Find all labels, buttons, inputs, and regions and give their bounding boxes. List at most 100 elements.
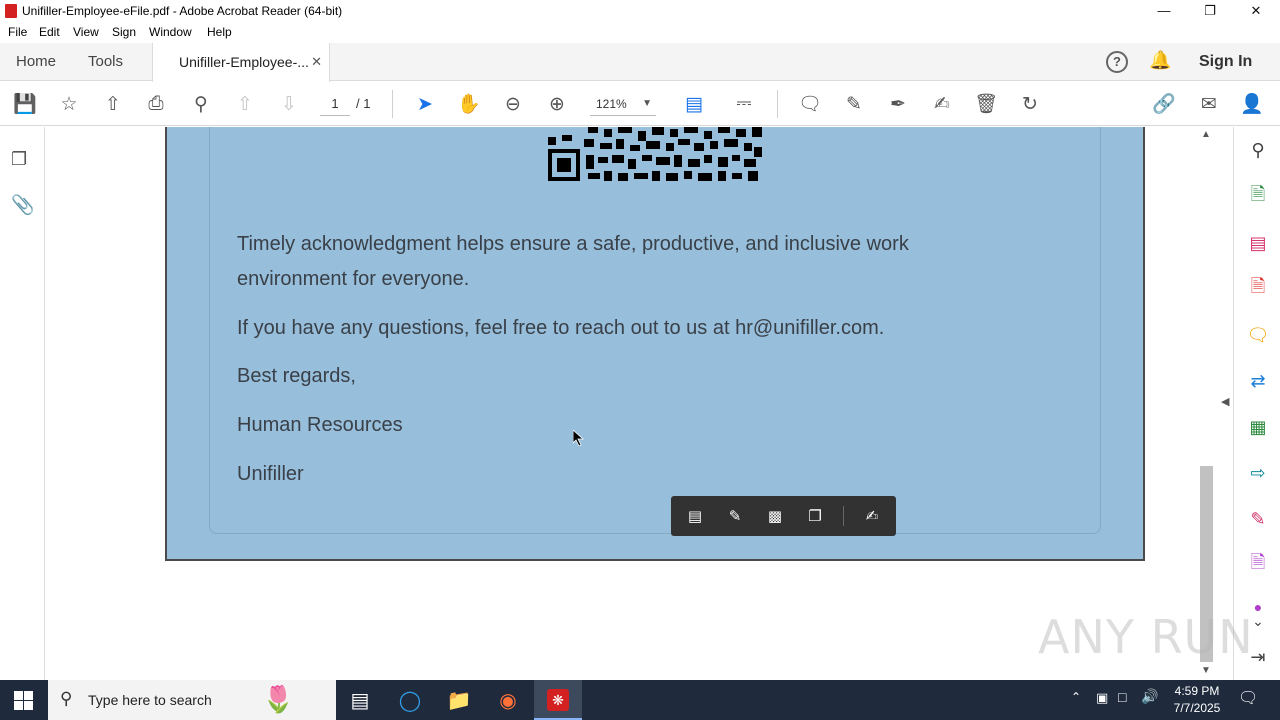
sign-in-button[interactable]: Sign In (1199, 43, 1252, 81)
network-icon[interactable]: □ (1118, 689, 1126, 705)
stamp-icon[interactable]: ▩ (763, 504, 787, 528)
rotate-icon[interactable]: ↻ (1016, 90, 1044, 118)
scroll-up-arrow-icon[interactable]: ▲ (1201, 129, 1211, 140)
collapse-right-panel-icon[interactable]: ◀ (1221, 395, 1229, 408)
toolbar: 💾 ☆ ⇧ ⎙ ⚲ ⇧ ⇩ 1 / 1 ➤ ✋ ⊖ ⊕ 121% ▼ ▤ ⎓ 🗨… (0, 82, 1280, 126)
closing-text: Best regards, (237, 365, 356, 387)
windows-start-icon[interactable] (14, 691, 33, 710)
scroll-down-arrow-icon[interactable]: ▼ (1201, 665, 1211, 676)
maximize-button[interactable]: ❐ (1187, 0, 1233, 22)
draw-icon[interactable]: ✒ (884, 90, 912, 118)
export-pdf-icon[interactable]: 🗎 (1245, 184, 1271, 210)
quick-bar-divider (843, 506, 844, 526)
comment-tool-icon[interactable]: 🗨 (1245, 322, 1271, 348)
create-pdf-icon[interactable]: 🗎 (1245, 276, 1271, 302)
tab-home[interactable]: Home (16, 43, 56, 81)
notification-bell-icon[interactable]: 🔔 (1149, 50, 1171, 71)
search-icon: ⚲ (60, 689, 73, 708)
paragraph-acknowledgment: Timely acknowledgment helps ensure a saf… (237, 233, 909, 255)
clock-time: 4:59 PM (1174, 684, 1220, 698)
save-icon[interactable]: 💾 (11, 90, 39, 118)
minimize-button[interactable]: — (1141, 0, 1187, 22)
send-for-review-icon[interactable]: ⇨ (1245, 460, 1271, 486)
notifications-icon[interactable]: 🗨 (1238, 688, 1258, 708)
task-view-icon[interactable]: ▤ (340, 684, 380, 716)
bookmark-star-icon[interactable]: ☆ (55, 90, 83, 118)
mouse-cursor-icon (573, 430, 585, 446)
fill-and-sign-icon[interactable]: ✎ (1245, 506, 1271, 532)
signature-department: Human Resources (237, 414, 403, 436)
edit-pdf-icon[interactable]: ▦ (1245, 414, 1271, 440)
anyrun-watermark: ANY RUN (1038, 610, 1254, 664)
close-button[interactable]: ✕ (1233, 0, 1279, 22)
close-tab-icon[interactable]: ✕ (311, 43, 322, 81)
add-comment-icon[interactable]: ▤ (683, 504, 707, 528)
organize-pages-icon[interactable]: ▤ (1245, 230, 1271, 256)
attachments-paperclip-icon[interactable]: 📎 (11, 193, 35, 217)
tab-document[interactable]: Unifiller-Employee-... ✕ (152, 43, 330, 82)
taskbar-clock[interactable]: 4:59 PM 7/7/2025 (1162, 683, 1232, 717)
hand-tool-icon[interactable]: ✋ (455, 90, 483, 118)
taskbar-search-box[interactable]: ⚲ Type here to search 🌷 (48, 680, 336, 720)
help-icon[interactable]: ? (1106, 51, 1128, 73)
more-tools-icon[interactable]: ✍ (860, 504, 884, 528)
highlight-pen-icon[interactable]: ✎ (840, 90, 868, 118)
zoom-level-value: 121% (596, 97, 627, 111)
print-icon[interactable]: ⎙ (142, 90, 170, 118)
edge-browser-icon[interactable]: ◯ (390, 684, 430, 716)
firefox-icon[interactable]: ◉ (488, 684, 528, 716)
menu-bar: File Edit View Sign Window Help (0, 22, 1280, 43)
fill-sign-icon[interactable]: ✍ (928, 90, 956, 118)
show-hidden-icons-chevron-icon[interactable]: ⌃ (1071, 690, 1081, 704)
page-thumbnails-icon[interactable]: ❐ (11, 149, 27, 170)
paragraph-questions: If you have any questions, feel free to … (237, 317, 885, 339)
zoom-out-icon[interactable]: ⊖ (499, 90, 527, 118)
select-cursor-icon[interactable]: ➤ (411, 90, 439, 118)
previous-page-icon[interactable]: ⇧ (231, 90, 259, 118)
search-highlight-flowers-icon: 🌷 (262, 684, 295, 714)
scroll-mode-icon[interactable]: ⎓ (730, 90, 758, 118)
convert-pdf-icon[interactable]: ⇄ (1245, 368, 1271, 394)
page-layout-icon[interactable]: ▤ (680, 90, 708, 118)
zoom-level-select[interactable]: 121% ▼ (590, 92, 656, 116)
share-user-icon[interactable]: 👤 (1238, 90, 1266, 118)
next-page-icon[interactable]: ⇩ (275, 90, 303, 118)
upload-cloud-icon[interactable]: ⇧ (99, 90, 127, 118)
acrobat-taskbar-button[interactable]: ❋ (534, 680, 582, 720)
paragraph-acknowledgment-cont: environment for everyone. (237, 268, 470, 290)
clock-date: 7/7/2025 (1173, 701, 1221, 715)
menu-window[interactable]: Window (149, 25, 192, 39)
menu-sign[interactable]: Sign (112, 25, 136, 39)
search-tool-icon[interactable]: ⚲ (1245, 137, 1271, 163)
device-icon[interactable]: ▣ (1096, 690, 1108, 706)
share-link-icon[interactable]: 🔗 (1150, 90, 1178, 118)
tab-document-label: Unifiller-Employee-... (179, 54, 309, 70)
toolbar-divider (777, 90, 778, 118)
toolbar-divider (392, 90, 393, 118)
page-number-input[interactable]: 1 (320, 92, 350, 116)
file-explorer-icon[interactable]: 📁 (439, 684, 479, 716)
menu-file[interactable]: File (8, 25, 27, 39)
protect-pdf-icon[interactable]: 🗎 (1245, 552, 1271, 578)
highlight-icon[interactable]: ✎ (723, 504, 747, 528)
quick-actions-bar: ▤ ✎ ▩ ❐ ✍ (671, 496, 896, 536)
acrobat-app-icon (5, 4, 17, 18)
delete-icon[interactable]: 🗑 (972, 90, 1000, 118)
chevron-down-icon: ▼ (642, 98, 652, 109)
comment-icon[interactable]: 🗨 (796, 90, 824, 118)
zoom-search-icon[interactable]: ⚲ (187, 90, 215, 118)
copy-icon[interactable]: ❐ (803, 504, 827, 528)
zoom-in-icon[interactable]: ⊕ (543, 90, 571, 118)
acrobat-icon: ❋ (547, 689, 569, 711)
page-total: / 1 (356, 96, 371, 111)
menu-edit[interactable]: Edit (39, 25, 60, 39)
title-bar: Unifiller-Employee-eFile.pdf - Adobe Acr… (0, 0, 1280, 22)
menu-help[interactable]: Help (207, 25, 232, 39)
volume-icon[interactable]: 🔊 (1141, 688, 1158, 705)
search-placeholder: Type here to search (88, 692, 212, 708)
qr-code-image (548, 127, 762, 181)
tab-tools[interactable]: Tools (88, 43, 123, 81)
signature-company: Unifiller (237, 463, 304, 485)
email-icon[interactable]: ✉ (1195, 90, 1223, 118)
menu-view[interactable]: View (73, 25, 99, 39)
